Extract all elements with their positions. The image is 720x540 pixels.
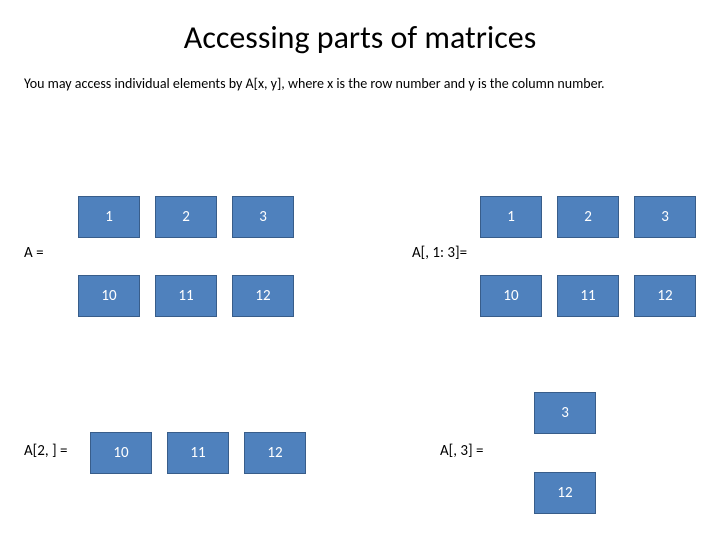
matrix-a13-cell: 3 — [634, 196, 696, 238]
label-a-cols-1-3: A[, 1: 3]= — [412, 244, 467, 262]
matrix-a-cell: 12 — [232, 275, 294, 317]
description-text: You may access individual elements by A[… — [0, 67, 720, 93]
matrix-a13-cell: 11 — [557, 275, 619, 317]
matrix-a2-cell: 10 — [90, 432, 152, 474]
matrix-a2-cell: 11 — [167, 432, 229, 474]
matrix-a13-cell: 2 — [557, 196, 619, 238]
matrix-a2-cell: 12 — [244, 432, 306, 474]
label-a-col-3: A[, 3] = — [440, 442, 483, 460]
matrix-a-cell: 1 — [78, 196, 140, 238]
matrix-a-cell: 11 — [155, 275, 217, 317]
page-title: Accessing parts of matrices — [0, 0, 720, 67]
matrix-a13-cell: 10 — [480, 275, 542, 317]
matrix-a-cell: 3 — [232, 196, 294, 238]
matrix-a13-cell: 1 — [480, 196, 542, 238]
matrix-a3-cell: 3 — [534, 392, 596, 434]
matrix-a3-cell: 12 — [534, 472, 596, 514]
matrix-a-cell: 2 — [155, 196, 217, 238]
matrix-a13-cell: 12 — [634, 275, 696, 317]
label-a-row-2: A[2, ] = — [24, 442, 67, 460]
label-a: A = — [24, 244, 44, 262]
matrix-a-cell: 10 — [78, 275, 140, 317]
